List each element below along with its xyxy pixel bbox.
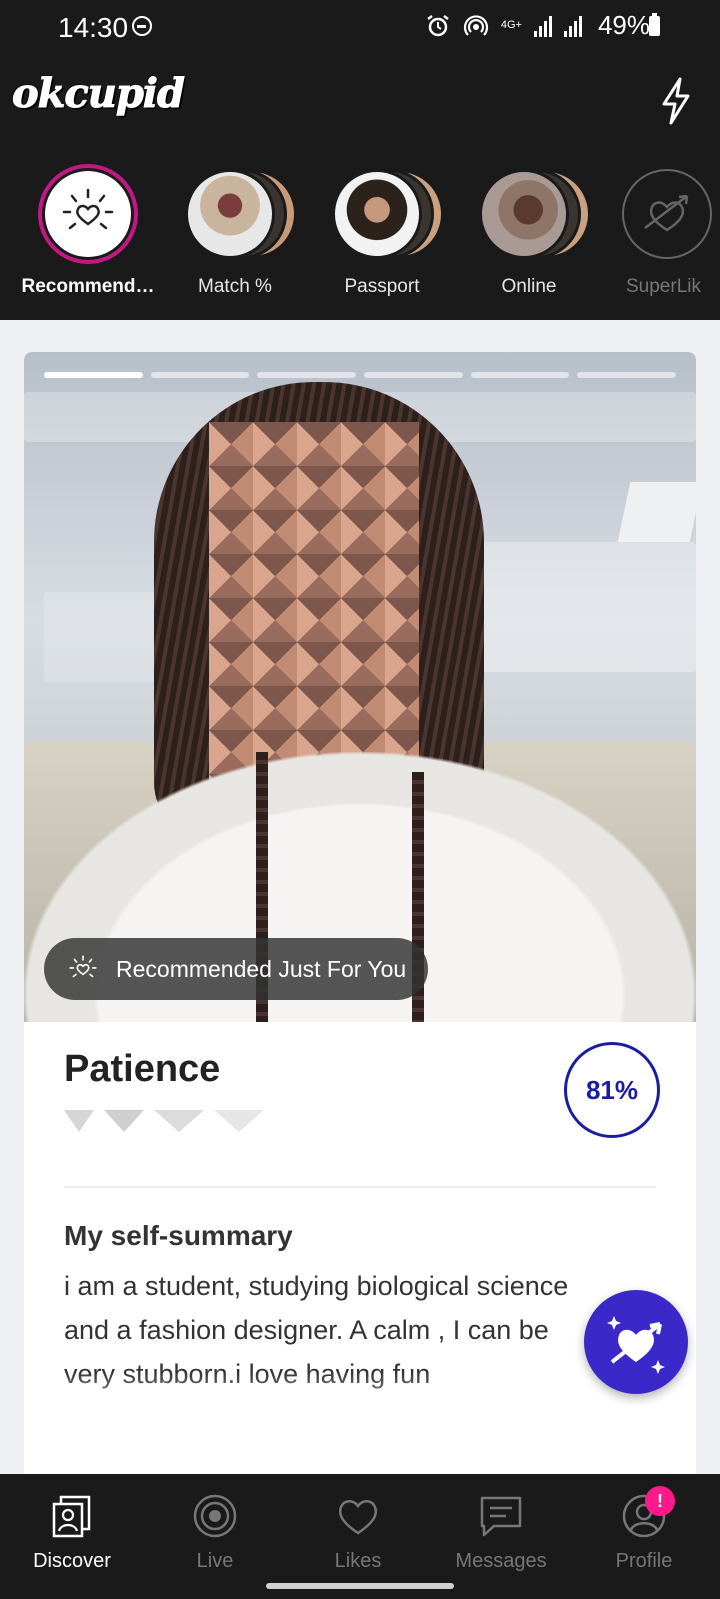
- nav-profile[interactable]: ! Profile: [579, 1486, 709, 1573]
- profile-card[interactable]: Recommended Just For You Patience 81% My…: [24, 352, 696, 1474]
- photo-progress: [44, 372, 677, 378]
- progress-segment: [577, 372, 677, 378]
- progress-segment: [257, 372, 357, 378]
- avatar: [332, 169, 422, 259]
- match-percentage: 81%: [564, 1042, 660, 1138]
- filter-label: Online: [501, 276, 557, 297]
- filter-passport[interactable]: Passport: [307, 164, 457, 298]
- filter-label: Passport: [344, 276, 420, 297]
- nav-discover[interactable]: Discover: [7, 1488, 137, 1573]
- app-header: okcupid: [0, 56, 720, 146]
- superlike-button[interactable]: [584, 1290, 688, 1394]
- alarm-icon: [427, 14, 449, 36]
- nav-label: Live: [196, 1550, 234, 1572]
- avatar: [185, 169, 275, 259]
- filter-match-percent[interactable]: Match %: [160, 164, 310, 298]
- profile-photo[interactable]: Recommended Just For You: [24, 352, 696, 1022]
- notification-badge: !: [645, 1486, 675, 1516]
- signal-icon: [533, 15, 552, 37]
- signal-icon-2: [563, 15, 582, 37]
- filter-label: SuperLik: [626, 276, 701, 297]
- redacted-details: [64, 1110, 264, 1132]
- filter-recommended[interactable]: Recommend…: [13, 164, 163, 298]
- battery-icon: [649, 13, 660, 36]
- self-summary-title: My self-summary: [64, 1220, 293, 1251]
- dnd-icon: [132, 16, 152, 36]
- recommended-badge: Recommended Just For You: [44, 938, 429, 1000]
- progress-segment: [364, 372, 463, 378]
- heart-icon: [339, 1500, 377, 1535]
- nav-label: Discover: [33, 1550, 111, 1572]
- progress-segment: [470, 372, 570, 378]
- avatar: [479, 169, 569, 259]
- discover-icon: [52, 1495, 91, 1538]
- sun-heart-icon: [69, 955, 97, 978]
- superlike-heart-icon: [607, 1316, 665, 1374]
- boost-icon[interactable]: [656, 76, 696, 126]
- discover-feed: Recommended Just For You Patience 81% My…: [0, 320, 720, 1474]
- home-indicator[interactable]: [266, 1583, 454, 1589]
- ceiling-panel: [464, 542, 696, 672]
- nav-label: Likes: [334, 1550, 382, 1572]
- sun-heart-icon: [62, 188, 114, 230]
- filter-label: Match %: [198, 276, 272, 297]
- network-label: 4G+: [500, 19, 522, 31]
- okcupid-logo: okcupid: [12, 70, 186, 118]
- ac-unit: [617, 482, 696, 542]
- nav-label: Profile: [615, 1550, 673, 1572]
- progress-segment-current: [44, 372, 143, 378]
- divider: [64, 1186, 656, 1188]
- profile-name: Patience: [64, 1048, 221, 1090]
- bottom-navigation: Discover Live Likes Messages ! Profile: [0, 1474, 720, 1599]
- nav-live[interactable]: Live: [150, 1488, 280, 1573]
- messages-icon: [480, 1496, 522, 1537]
- discover-filters: Recommend… Match % Passport Online Super…: [0, 146, 720, 320]
- progress-segment: [150, 372, 250, 378]
- hotspot-icon: [463, 14, 488, 36]
- battery-percent: 49%: [597, 10, 650, 40]
- filter-label: Recommend…: [21, 276, 155, 297]
- nav-messages[interactable]: Messages: [436, 1488, 566, 1573]
- superlike-heart-icon: [644, 194, 689, 232]
- live-icon: [193, 1494, 237, 1538]
- recommended-ring: [38, 164, 138, 264]
- filter-online[interactable]: Online: [454, 164, 604, 298]
- recommended-text: Recommended Just For You: [116, 955, 407, 982]
- status-time: 14:30: [58, 12, 129, 43]
- text-fade: [24, 1372, 696, 1452]
- status-bar: 14:30 4G+ 49%: [0, 0, 720, 56]
- nav-label: Messages: [455, 1550, 547, 1572]
- status-icons: 4G+ 49%: [425, 10, 650, 41]
- filter-superlike[interactable]: SuperLik: [601, 164, 720, 298]
- nav-likes[interactable]: Likes: [293, 1488, 423, 1573]
